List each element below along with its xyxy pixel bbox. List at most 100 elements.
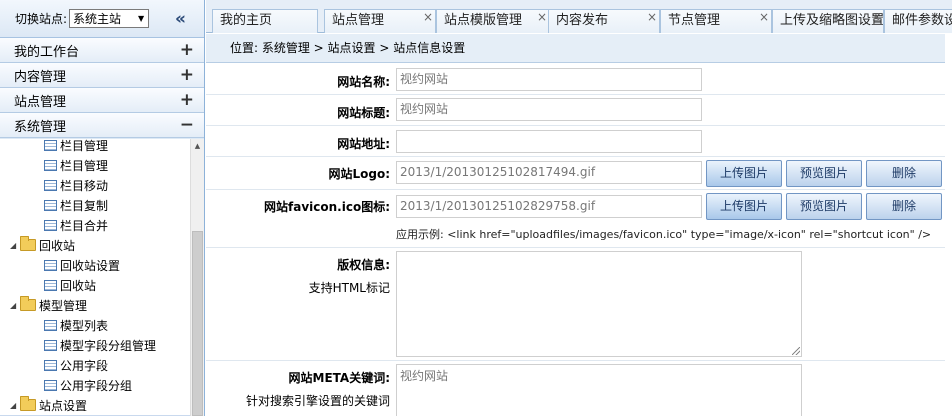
tree-node[interactable]: 模型列表	[0, 315, 190, 335]
accordion-label: 系统管理	[14, 119, 67, 135]
accordion-label: 我的工作台	[14, 44, 80, 60]
tree-node-label: 回收站设置	[60, 258, 121, 273]
tree-node[interactable]: 栏目合并	[0, 215, 190, 235]
tree-node-label: 回收站	[39, 238, 76, 253]
accordion-content-management[interactable]: 内容管理 +	[0, 63, 204, 88]
tab-node-management[interactable]: 节点管理 ×	[660, 9, 772, 33]
close-icon[interactable]: ×	[871, 10, 881, 28]
tab-bar: 我的主页 站点管理 × 站点模版管理 × 内容发布 × 节点管理 × 上传及缩略…	[206, 0, 952, 33]
tree-node-label: 栏目管理	[60, 139, 109, 153]
accordion-my-workbench[interactable]: 我的工作台 +	[0, 38, 204, 63]
folder-icon	[20, 236, 36, 251]
site-logo-label: 网站Logo:	[328, 167, 390, 181]
tree-node-label: 模型管理	[39, 298, 88, 313]
tree-scrollbar[interactable]: ▲	[190, 139, 204, 416]
delete-logo-button[interactable]: 删除	[866, 160, 942, 187]
collapse-sidebar-icon[interactable]: «	[175, 9, 186, 29]
resize-grip-icon[interactable]	[792, 347, 800, 355]
meta-keywords-textarea[interactable]: 视约网站	[396, 364, 802, 416]
copyright-textarea[interactable]	[396, 251, 802, 357]
preview-favicon-button[interactable]: 预览图片	[786, 193, 862, 220]
form-row-site-url: 网站地址:	[206, 126, 952, 157]
plus-icon: +	[179, 40, 194, 60]
upload-favicon-button[interactable]: 上传图片	[706, 193, 782, 220]
tree-node-label: 模型列表	[60, 318, 109, 333]
tree-node[interactable]: 公用字段分组	[0, 375, 190, 395]
page-icon	[44, 279, 57, 291]
folder-icon	[20, 396, 36, 411]
tree-node[interactable]: ◢ 模型管理	[0, 295, 190, 315]
tree-node[interactable]: 回收站设置	[0, 255, 190, 275]
close-icon[interactable]: ×	[759, 10, 769, 28]
tree-node-label: 栏目移动	[60, 178, 109, 193]
page-icon	[44, 219, 57, 231]
site-url-label: 网站地址:	[337, 137, 390, 151]
tree-node[interactable]: ◢ 回收站	[0, 235, 190, 255]
accordion-label: 站点管理	[14, 94, 67, 110]
page-icon	[44, 179, 57, 191]
tree-expander-icon[interactable]: ◢	[10, 401, 20, 410]
site-title-input[interactable]: 视约网站	[396, 98, 702, 121]
site-select-value: 系统主站	[73, 12, 122, 26]
tree-node-label: 模型字段分组管理	[60, 338, 157, 353]
tree-node[interactable]: 栏目管理	[0, 155, 190, 175]
tree-expander-icon[interactable]: ◢	[10, 301, 20, 310]
plus-icon: +	[179, 65, 194, 85]
copyright-hint: 支持HTML标记	[308, 281, 390, 295]
tree-node[interactable]: 回收站	[0, 275, 190, 295]
site-logo-input[interactable]: 2013/1/20130125102817494.gif	[396, 161, 702, 184]
page-icon	[44, 259, 57, 271]
tree-node-label: 栏目复制	[60, 198, 109, 213]
tree-node-label: 栏目管理	[60, 158, 109, 173]
site-url-input[interactable]	[396, 130, 702, 153]
tree-node-label: 公用字段分组	[60, 378, 133, 393]
tree-node[interactable]: 栏目复制	[0, 195, 190, 215]
page-icon	[44, 359, 57, 371]
tree-node[interactable]: 模型字段分组管理	[0, 335, 190, 355]
tree-expander-icon[interactable]: ◢	[10, 241, 20, 250]
form-row-site-name: 网站名称: 视约网站	[206, 64, 952, 95]
close-icon[interactable]: ×	[647, 10, 657, 28]
form-row-meta-keywords: 网站META关键词: 针对搜索引擎设置的关键词 视约网站	[206, 361, 952, 416]
tab-upload-thumbnail-settings[interactable]: 上传及缩略图设置 ×	[772, 9, 884, 33]
main-scroll-edge	[945, 34, 952, 416]
tab-label: 上传及缩略图设置	[780, 13, 884, 28]
site-name-input[interactable]: 视约网站	[396, 68, 702, 91]
tab-site-management[interactable]: 站点管理 ×	[324, 9, 436, 33]
tab-email-settings[interactable]: 邮件参数设	[884, 9, 952, 33]
scrollbar-thumb[interactable]	[192, 231, 203, 416]
tree-node[interactable]: 栏目移动	[0, 175, 190, 195]
app-window: 切换站点: 系统主站 ▼ « 我的工作台 + 内容管理 + 站点管理 + 系统管…	[0, 0, 952, 416]
accordion-site-management[interactable]: 站点管理 +	[0, 88, 204, 113]
site-switch-bar: 切换站点: 系统主站 ▼ «	[0, 0, 204, 38]
scroll-up-arrow-icon[interactable]: ▲	[191, 139, 204, 153]
site-switch-label: 切换站点:	[15, 12, 68, 26]
form-row-site-title: 网站标题: 视约网站	[206, 95, 952, 126]
page-icon	[44, 319, 57, 331]
tree-node[interactable]: 栏目管理	[0, 139, 190, 155]
tree-node[interactable]: ◢ 站点设置	[0, 395, 190, 415]
site-favicon-input[interactable]: 2013/1/20130125102829758.gif	[396, 195, 702, 218]
tab-label: 我的主页	[220, 13, 273, 28]
plus-icon: +	[179, 90, 194, 110]
tree-node-label: 站点设置	[39, 398, 88, 413]
accordion-system-management[interactable]: 系统管理 −	[0, 113, 204, 138]
tab-content-publish[interactable]: 内容发布 ×	[548, 9, 660, 33]
tree-node[interactable]: 公用字段	[0, 355, 190, 375]
tab-my-home[interactable]: 我的主页	[212, 9, 318, 33]
tab-site-template-management[interactable]: 站点模版管理 ×	[436, 9, 550, 33]
site-select[interactable]: 系统主站 ▼	[69, 9, 150, 28]
minus-icon: −	[179, 115, 194, 135]
meta-keywords-label: 网站META关键词:	[288, 371, 390, 385]
tab-label: 站点模版管理	[444, 13, 523, 28]
site-title-label: 网站标题:	[337, 106, 390, 120]
site-name-label: 网站名称:	[337, 75, 390, 89]
upload-logo-button[interactable]: 上传图片	[706, 160, 782, 187]
close-icon[interactable]: ×	[423, 10, 433, 28]
delete-favicon-button[interactable]: 删除	[866, 193, 942, 220]
accordion-label: 内容管理	[14, 69, 67, 85]
preview-logo-button[interactable]: 预览图片	[786, 160, 862, 187]
close-icon[interactable]: ×	[537, 10, 547, 28]
tab-label: 邮件参数设	[892, 13, 952, 28]
folder-icon	[20, 296, 36, 311]
